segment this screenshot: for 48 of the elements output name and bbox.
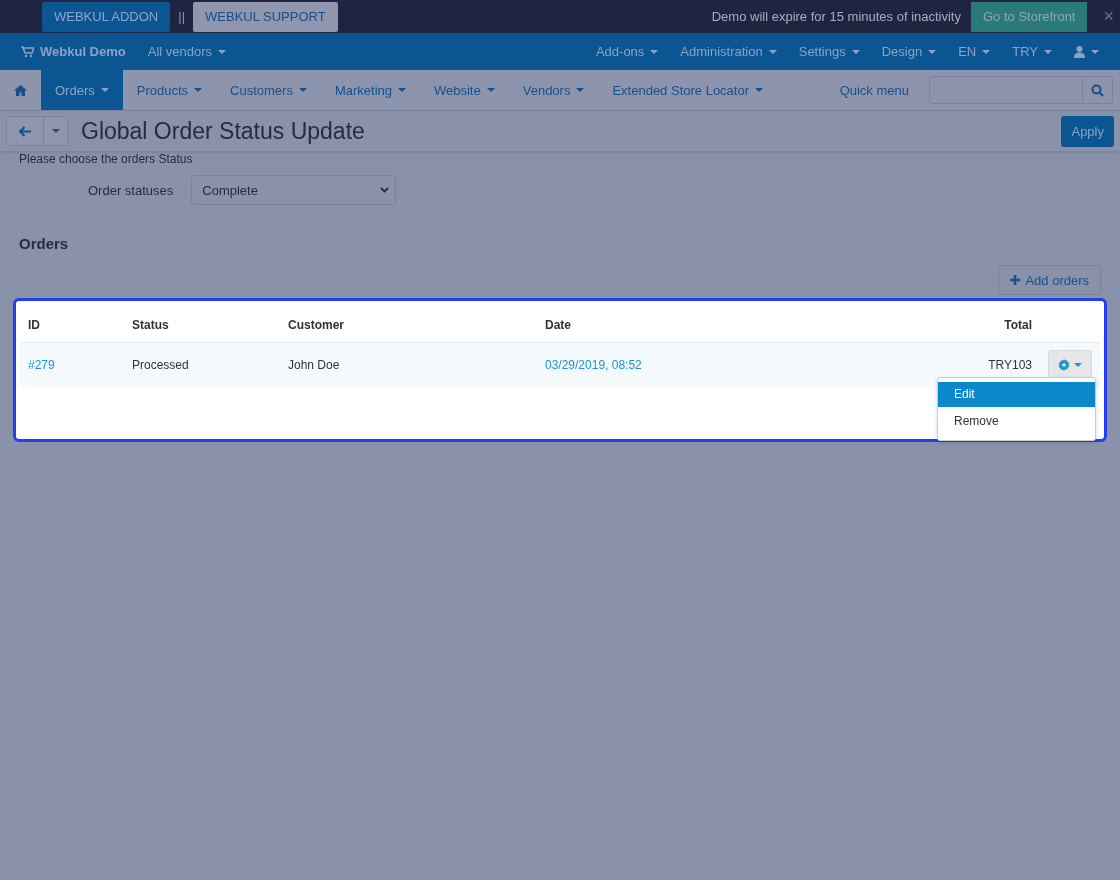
separator-text: || bbox=[178, 9, 186, 24]
quick-menu-link[interactable]: Quick menu bbox=[819, 70, 929, 110]
nav-menu[interactable]: Add-ons bbox=[584, 44, 670, 59]
user-icon bbox=[1074, 45, 1085, 58]
close-button[interactable]: × bbox=[1095, 6, 1120, 27]
table-link[interactable]: #279 bbox=[20, 343, 124, 387]
tab-button[interactable]: WEBKUL SUPPORT bbox=[193, 1, 338, 32]
brand-link[interactable]: Webkul Demo bbox=[10, 44, 137, 59]
chevron-down-icon bbox=[380, 187, 390, 193]
add-orders-button[interactable]: Add orders bbox=[998, 265, 1101, 295]
table-link[interactable]: 03/29/2019, 08:52 bbox=[537, 343, 930, 387]
nav-menu[interactable]: Design bbox=[870, 44, 948, 59]
arrow-left-icon bbox=[19, 125, 31, 137]
nav-tab[interactable]: Extended Store Locator bbox=[598, 70, 777, 110]
nav-tab[interactable]: Website bbox=[420, 70, 509, 110]
apply-button[interactable]: Apply bbox=[1061, 115, 1114, 147]
nav-menu[interactable]: Administration bbox=[669, 44, 788, 59]
nav-tab[interactable]: Customers bbox=[216, 70, 321, 110]
instruction-text: Please choose the orders Status bbox=[19, 152, 194, 166]
search-icon bbox=[1091, 83, 1104, 97]
table-cell: Processed bbox=[124, 343, 280, 387]
plus-icon bbox=[1010, 275, 1021, 285]
back-button[interactable] bbox=[7, 117, 43, 145]
menu-item[interactable]: Edit bbox=[938, 382, 1095, 407]
table-cell: John Doe bbox=[280, 343, 537, 387]
home-icon bbox=[14, 84, 27, 96]
section-heading: Orders bbox=[19, 235, 70, 252]
status-select[interactable]: Complete bbox=[191, 175, 397, 205]
nav-tab[interactable]: Marketing bbox=[320, 70, 420, 110]
menu-item[interactable]: Remove bbox=[938, 409, 1095, 434]
history-dropdown-button[interactable] bbox=[43, 117, 67, 145]
storefront-button[interactable]: Go to Storefront bbox=[971, 1, 1088, 32]
actions-button[interactable] bbox=[1048, 350, 1092, 380]
nav-menu[interactable]: EN bbox=[947, 44, 1002, 59]
nav-menu[interactable]: Settings bbox=[787, 44, 871, 59]
vendor-menu[interactable]: All vendors bbox=[136, 44, 238, 59]
gear-icon bbox=[1058, 359, 1070, 371]
search-field[interactable] bbox=[929, 76, 1113, 104]
nav-menu[interactable]: TRY bbox=[1001, 44, 1063, 59]
caret-icon bbox=[51, 129, 60, 133]
nav-tab[interactable]: Orders bbox=[41, 70, 123, 110]
tab-button[interactable]: WEBKUL ADDON bbox=[42, 1, 171, 32]
nav-tab[interactable]: Products bbox=[122, 70, 217, 110]
nav-tab[interactable]: Vendors bbox=[508, 70, 599, 110]
page-title: Global Order Status Update bbox=[81, 117, 365, 145]
cart-icon bbox=[21, 45, 34, 58]
expiry-notice: Demo will expire for 15 minutes of inactivity bbox=[711, 9, 961, 24]
field-label: Order statuses bbox=[88, 182, 174, 198]
